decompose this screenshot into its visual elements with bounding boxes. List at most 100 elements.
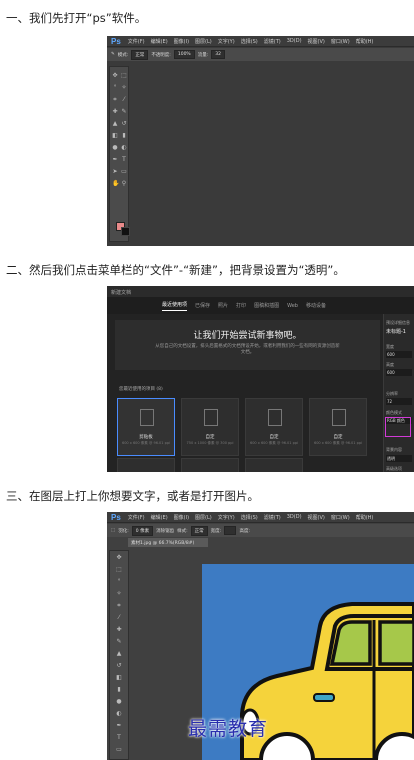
- stamp-tool-icon[interactable]: ▲: [112, 121, 118, 127]
- history-brush-icon[interactable]: ↺: [121, 121, 127, 127]
- tab-saved[interactable]: 已保存: [195, 302, 210, 309]
- brush-icon[interactable]: ✎: [111, 52, 115, 57]
- menu-image[interactable]: 图像(I): [171, 38, 192, 45]
- menu-3d[interactable]: 3D(D): [284, 38, 305, 44]
- lasso-tool-icon[interactable]: ᐤ: [112, 85, 118, 91]
- eraser-tool-icon[interactable]: ◧: [116, 675, 122, 681]
- gradient-tool-icon[interactable]: ▮: [121, 133, 127, 139]
- menu-window[interactable]: 窗口(W): [328, 514, 353, 521]
- antialias-checkbox[interactable]: 消除锯齿: [156, 528, 174, 534]
- dodge-tool-icon[interactable]: ◐: [121, 145, 127, 151]
- document-name[interactable]: 未标题-1: [386, 328, 406, 335]
- document-tab[interactable]: 素材1.jpg @ 66.7%(RGB/8#): [128, 538, 208, 547]
- lasso-tool-icon[interactable]: ᐤ: [116, 579, 122, 585]
- type-tool-icon[interactable]: T: [116, 735, 122, 741]
- background-color-swatch[interactable]: [121, 227, 130, 236]
- tab-web[interactable]: Web: [287, 303, 298, 309]
- blur-tool-icon[interactable]: ●: [112, 145, 118, 151]
- menu-edit[interactable]: 编辑(E): [148, 38, 171, 45]
- menu-type[interactable]: 文字(Y): [215, 514, 238, 521]
- preset-card-clipboard[interactable]: 剪贴板 600 x 600 像素 @ 96.01 ppi: [117, 398, 175, 456]
- document-icon: [140, 409, 154, 426]
- crop-tool-icon[interactable]: ⌗: [112, 97, 118, 103]
- tab-recent[interactable]: 最近使用项: [162, 301, 188, 311]
- width-input[interactable]: 600: [386, 351, 412, 358]
- gradient-tool-icon[interactable]: ▮: [116, 687, 122, 693]
- menu-filter[interactable]: 滤镜(T): [261, 514, 284, 521]
- menu-select[interactable]: 选择(S): [238, 514, 261, 521]
- menu-help[interactable]: 帮助(H): [353, 514, 377, 521]
- menu-filter[interactable]: 滤镜(T): [261, 38, 284, 45]
- brush-tool-icon[interactable]: ✎: [121, 109, 127, 115]
- path-select-icon[interactable]: ➤: [112, 169, 118, 175]
- menu-type[interactable]: 文字(Y): [215, 38, 238, 45]
- menu-window[interactable]: 窗口(W): [328, 38, 353, 45]
- move-tool-icon[interactable]: ✥: [116, 555, 122, 561]
- mode-select[interactable]: 正常: [131, 49, 149, 60]
- healing-tool-icon[interactable]: ✚: [116, 627, 122, 633]
- menu-layer[interactable]: 图层(L): [192, 38, 215, 45]
- tab-art[interactable]: 图稿和插图: [254, 302, 279, 309]
- eyedropper-tool-icon[interactable]: ⁄: [121, 97, 127, 103]
- dodge-tool-icon[interactable]: ◐: [116, 711, 122, 717]
- preset-card[interactable]: 自定 750 x 1000 像素 @ 300 ppi: [181, 398, 239, 456]
- brush-tool-icon[interactable]: ✎: [116, 639, 122, 645]
- menu-help[interactable]: 帮助(H): [353, 38, 377, 45]
- blur-tool-icon[interactable]: ●: [116, 699, 122, 705]
- menu-select[interactable]: 选择(S): [238, 38, 261, 45]
- type-tool-icon[interactable]: T: [121, 157, 127, 163]
- opacity-input[interactable]: 100%: [173, 50, 195, 59]
- menu-view[interactable]: 视图(V): [305, 514, 328, 521]
- marquee-icon[interactable]: ⬚: [111, 528, 115, 533]
- flow-input[interactable]: 32: [211, 50, 225, 59]
- stamp-tool-icon[interactable]: ▲: [116, 651, 122, 657]
- menu-view[interactable]: 视图(V): [305, 38, 328, 45]
- preset-card[interactable]: [181, 458, 239, 472]
- zoom-tool-icon[interactable]: ⚲: [121, 181, 127, 187]
- magic-wand-tool-icon[interactable]: ✧: [121, 85, 127, 91]
- height-input[interactable]: 600: [386, 369, 412, 376]
- tab-mobile[interactable]: 移动设备: [306, 302, 326, 309]
- resolution-input[interactable]: 72: [386, 398, 412, 405]
- pen-tool-icon[interactable]: ✒: [112, 157, 118, 163]
- pen-tool-icon[interactable]: ✒: [116, 723, 122, 729]
- menu-layer[interactable]: 图层(L): [192, 514, 215, 521]
- tab-photo[interactable]: 照片: [218, 302, 228, 309]
- menu-bar: Ps 文件(F) 编辑(E) 图像(I) 图层(L) 文字(Y) 选择(S) 滤…: [107, 36, 414, 47]
- document-icon: [204, 409, 218, 426]
- shape-tool-icon[interactable]: ▭: [116, 747, 122, 753]
- preset-name: 剪贴板: [139, 435, 153, 440]
- advanced-options-toggle[interactable]: 高级选项: [386, 466, 402, 472]
- feather-label: 羽化:: [118, 528, 129, 534]
- style-select[interactable]: 正常: [190, 525, 208, 536]
- marquee-tool-icon[interactable]: ⬚: [121, 73, 127, 79]
- menu-file[interactable]: 文件(F): [125, 38, 148, 45]
- preset-card[interactable]: [245, 458, 303, 472]
- banner-title: 让我们开始尝试新事物吧。: [193, 331, 302, 341]
- healing-tool-icon[interactable]: ✚: [112, 109, 118, 115]
- preset-card[interactable]: 自定 600 x 600 像素 @ 96.01 ppi: [309, 398, 367, 456]
- magic-wand-tool-icon[interactable]: ✧: [116, 591, 122, 597]
- background-select[interactable]: 透明: [386, 455, 412, 462]
- preset-card[interactable]: 自定 600 x 600 像素 @ 96.01 ppi: [245, 398, 303, 456]
- eraser-tool-icon[interactable]: ◧: [112, 133, 118, 139]
- shape-tool-icon[interactable]: ▭: [121, 169, 127, 175]
- step-3-caption: 三、在图层上打上你想要文字，或者是打开图片。: [6, 489, 259, 503]
- tab-print[interactable]: 打印: [236, 302, 246, 309]
- menu-3d[interactable]: 3D(D): [284, 514, 305, 520]
- color-mode-label: 颜色模式: [386, 410, 402, 415]
- width-input[interactable]: [224, 526, 237, 535]
- height-label: 高度: [386, 362, 394, 367]
- preset-dims: 750 x 1000 像素 @ 300 ppi: [186, 441, 234, 445]
- menu-edit[interactable]: 编辑(E): [148, 514, 171, 521]
- move-tool-icon[interactable]: ✥: [112, 73, 118, 79]
- history-brush-icon[interactable]: ↺: [116, 663, 122, 669]
- feather-input[interactable]: 0 像素: [131, 525, 154, 536]
- eyedropper-tool-icon[interactable]: ⁄: [116, 615, 122, 621]
- menu-file[interactable]: 文件(F): [125, 514, 148, 521]
- preset-card[interactable]: [117, 458, 175, 472]
- marquee-tool-icon[interactable]: ⬚: [116, 567, 122, 573]
- menu-image[interactable]: 图像(I): [171, 514, 192, 521]
- crop-tool-icon[interactable]: ⌗: [116, 603, 122, 609]
- hand-tool-icon[interactable]: ✋: [112, 181, 119, 187]
